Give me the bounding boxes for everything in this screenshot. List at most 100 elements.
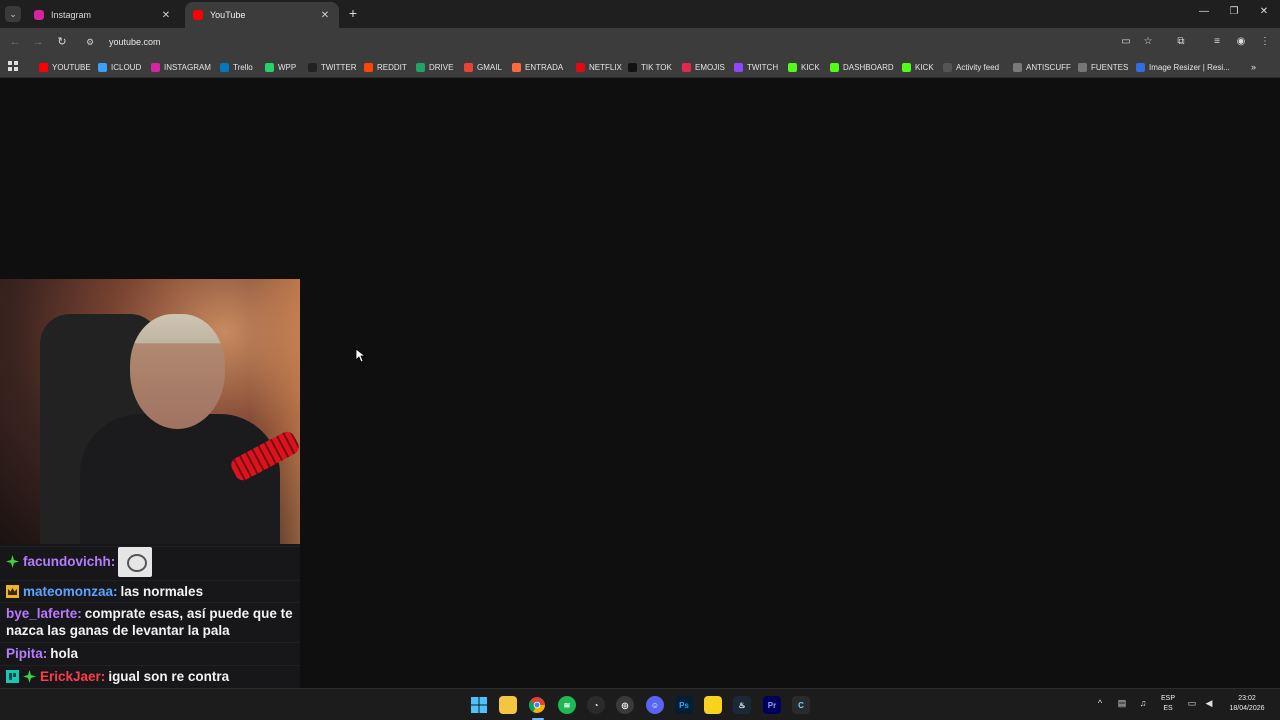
microphone-icon[interactable]: ♫: [1137, 698, 1149, 708]
ccleaner-icon[interactable]: C: [792, 696, 810, 714]
bookmark-item[interactable]: KICK: [902, 61, 934, 73]
clock[interactable]: 23:02 18/04/2026: [1222, 694, 1272, 714]
emoji-icon: [682, 62, 691, 72]
address-bar[interactable]: ⚙ youtube.com: [80, 31, 1110, 53]
screen: ⌄ Instagram ✕ YouTube ✕ + — ❐ ✕ ← → ↻ ⚙ …: [0, 0, 1280, 720]
twitch-icon: [734, 62, 743, 72]
tiktok-icon: [628, 62, 637, 72]
reddit-icon: [364, 62, 373, 72]
profile-avatar[interactable]: ◉: [1234, 35, 1248, 49]
bookmark-item[interactable]: TWITTER: [308, 61, 357, 73]
discord-icon[interactable]: ☺: [646, 696, 664, 714]
chat-message: bye_laferte: comprate esas, así puede que…: [0, 602, 300, 640]
bookmark-item[interactable]: FUENTES: [1078, 61, 1128, 73]
extensions-icon[interactable]: ⧉: [1174, 35, 1188, 49]
bookmark-item[interactable]: Activity feed: [943, 61, 999, 73]
media-controls-icon[interactable]: ≡: [1210, 35, 1224, 49]
kick-icon: [788, 62, 797, 72]
mouse-cursor-icon: [356, 349, 366, 363]
bookmark-item[interactable]: Trello: [220, 61, 253, 73]
kick-icon: [830, 62, 839, 72]
steam-icon[interactable]: ♨: [733, 696, 751, 714]
bookmark-item[interactable]: REDDIT: [364, 61, 407, 73]
bookmark-label: FUENTES: [1091, 62, 1129, 72]
apps-grid-icon[interactable]: [8, 61, 18, 71]
bookmark-item[interactable]: GMAIL: [464, 61, 502, 73]
youtube-icon: [39, 62, 48, 72]
chat-username: Pipita:: [6, 646, 48, 661]
photoshop-icon[interactable]: Ps: [675, 696, 693, 714]
network-icon[interactable]: ▭: [1186, 698, 1198, 709]
bookmark-item[interactable]: DASHBOARD: [830, 61, 894, 73]
bookmark-item[interactable]: ENTRADA: [512, 61, 563, 73]
bookmark-label: ANTISCUFF: [1026, 62, 1071, 72]
bookmark-label: KICK: [915, 62, 934, 72]
close-icon[interactable]: ✕: [319, 10, 331, 21]
bookmark-label: WPP: [278, 62, 297, 72]
bookmark-label: TWITCH: [747, 62, 779, 72]
forward-button[interactable]: →: [31, 35, 45, 49]
sticky-notes-icon[interactable]: [704, 696, 722, 714]
crown-badge-icon: [6, 585, 19, 598]
bookmark-item[interactable]: NETFLIX: [576, 61, 622, 73]
bookmark-item[interactable]: EMOJIS: [682, 61, 725, 73]
chat-username: facundovichh:: [23, 553, 116, 569]
teal-badge-icon: [6, 670, 19, 683]
new-tab-button[interactable]: +: [346, 6, 360, 20]
back-button[interactable]: ←: [8, 35, 22, 49]
spotify-icon[interactable]: ≋: [558, 696, 576, 714]
date-text: 18/04/2026: [1229, 705, 1265, 712]
trello-icon: [220, 62, 229, 72]
bookmark-label: YOUTUBE: [52, 62, 91, 72]
obs-icon[interactable]: ◔: [587, 696, 605, 714]
tab-strip: ⌄ Instagram ✕ YouTube ✕ + — ❐ ✕: [0, 0, 1280, 28]
volume-icon[interactable]: ◀: [1203, 698, 1215, 709]
bookmark-item[interactable]: DRIVE: [416, 61, 453, 73]
flag-icon[interactable]: ▤: [1115, 698, 1129, 709]
close-window-button[interactable]: ✕: [1257, 6, 1271, 17]
close-icon[interactable]: ✕: [160, 10, 172, 21]
site-info-icon[interactable]: ⚙: [86, 37, 98, 48]
bookmark-item[interactable]: TIK TOK: [628, 61, 672, 73]
bookmark-item[interactable]: WPP: [265, 61, 296, 73]
chat-username: mateomonzaa:: [23, 584, 118, 599]
language-line1: ESP: [1160, 695, 1175, 702]
chrome-icon[interactable]: [528, 696, 546, 714]
tab-title: YouTube: [210, 10, 246, 20]
tab-search-button[interactable]: ⌄: [5, 6, 21, 22]
streamer-head: [130, 314, 225, 429]
bookmark-label: KICK: [801, 62, 820, 72]
bookmark-item[interactable]: TWITCH: [734, 61, 778, 73]
bookmark-item[interactable]: ANTISCUFF: [1013, 61, 1071, 73]
time-text: 23:02: [1238, 695, 1256, 702]
bookmark-item[interactable]: YOUTUBE: [39, 61, 91, 73]
language-indicator[interactable]: ESP ES: [1158, 694, 1178, 714]
cast-icon[interactable]: ▭: [1119, 35, 1133, 49]
bookmark-label: NETFLIX: [589, 62, 622, 72]
tab-youtube[interactable]: YouTube ✕: [185, 2, 339, 28]
file-explorer-icon[interactable]: [499, 696, 517, 714]
green-gem-badge-icon: [23, 670, 36, 683]
chat-message: mateomonzaa: las normales: [0, 580, 300, 602]
chevron-up-icon[interactable]: ^: [1094, 698, 1106, 708]
chat-username: bye_laferte:: [6, 606, 82, 621]
start-icon[interactable]: [470, 696, 488, 714]
menu-icon[interactable]: ⋮: [1258, 35, 1272, 49]
bookmark-label: GMAIL: [477, 62, 502, 72]
more-bookmarks-icon[interactable]: »: [1251, 61, 1256, 73]
tab-instagram[interactable]: Instagram ✕: [26, 2, 180, 28]
bookmark-item[interactable]: KICK: [788, 61, 820, 73]
chat-message: Pipita: hola: [0, 642, 300, 664]
minimize-button[interactable]: —: [1197, 6, 1211, 17]
kick-icon: [902, 62, 911, 72]
app-icon[interactable]: ◎: [616, 696, 634, 714]
bookmark-item[interactable]: ICLOUD: [98, 61, 141, 73]
restore-button[interactable]: ❐: [1227, 6, 1241, 17]
bookmark-item[interactable]: INSTAGRAM: [151, 61, 211, 73]
bookmark-star-icon[interactable]: ☆: [1141, 35, 1155, 49]
netflix-icon: [576, 62, 585, 72]
link-icon: [512, 62, 521, 72]
premiere-icon[interactable]: Pr: [763, 696, 781, 714]
reload-button[interactable]: ↻: [55, 35, 69, 49]
bookmark-item[interactable]: Image Resizer | Resi...: [1136, 61, 1230, 73]
